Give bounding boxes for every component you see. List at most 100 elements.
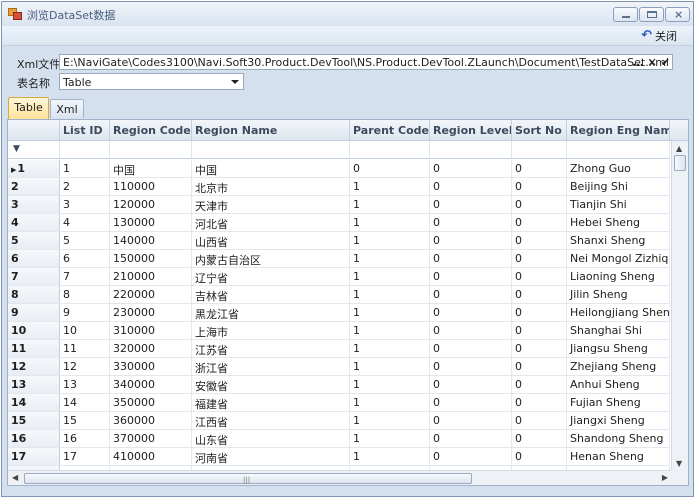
table-row[interactable]: 17 17 410000 河南省 1 0 0 Henan Sheng <box>8 448 670 466</box>
table-cell[interactable]: 1 <box>350 214 430 231</box>
table-cell[interactable]: 0 <box>512 268 567 285</box>
column-header[interactable]: Region Code <box>110 120 192 141</box>
table-cell[interactable]: 0 <box>512 178 567 195</box>
table-cell[interactable]: Henan Sheng <box>567 448 670 465</box>
table-cell[interactable]: 福建省 <box>192 394 350 411</box>
table-cell[interactable]: 350000 <box>110 394 192 411</box>
table-cell[interactable]: 1 <box>350 430 430 447</box>
filter-cell[interactable] <box>512 141 567 158</box>
table-cell[interactable]: 山西省 <box>192 232 350 249</box>
minimize-button[interactable] <box>613 7 638 22</box>
table-cell[interactable]: 0 <box>512 286 567 303</box>
table-row[interactable]: 13 13 340000 安徽省 1 0 0 Anhui Sheng <box>8 376 670 394</box>
table-cell[interactable]: 3 <box>60 196 110 213</box>
table-cell[interactable]: Jiangxi Sheng <box>567 412 670 429</box>
table-cell[interactable]: 360000 <box>110 412 192 429</box>
column-header[interactable]: Region Level <box>430 120 512 141</box>
table-cell[interactable]: 0 <box>430 358 512 375</box>
table-cell[interactable]: 410000 <box>110 448 192 465</box>
table-cell[interactable]: 0 <box>350 160 430 177</box>
table-row[interactable]: 3 3 120000 天津市 1 0 0 Tianjin Shi <box>8 196 670 214</box>
table-cell[interactable]: 1 <box>350 304 430 321</box>
table-cell[interactable]: Nei Mongol Zizhiqu <box>567 250 670 267</box>
column-header[interactable]: Sort No <box>512 120 567 141</box>
table-cell[interactable]: 10 <box>60 322 110 339</box>
table-cell[interactable]: 黑龙江省 <box>192 304 350 321</box>
table-cell[interactable]: 0 <box>430 232 512 249</box>
row-number[interactable]: 11 <box>8 340 60 357</box>
table-cell[interactable]: 1 <box>350 448 430 465</box>
filter-cell[interactable] <box>350 141 430 158</box>
table-cell[interactable]: Zhejiang Sheng <box>567 358 670 375</box>
table-cell[interactable]: 0 <box>512 196 567 213</box>
table-cell[interactable]: 1 <box>350 322 430 339</box>
table-cell[interactable]: 0 <box>430 268 512 285</box>
horizontal-scrollbar[interactable]: ◀ ||| ▶ <box>8 470 672 485</box>
column-header[interactable]: List ID <box>60 120 110 141</box>
filter-cell[interactable] <box>192 141 350 158</box>
table-cell[interactable]: 0 <box>512 394 567 411</box>
table-cell[interactable]: Anhui Sheng <box>567 376 670 393</box>
table-cell[interactable]: 0 <box>430 304 512 321</box>
table-cell[interactable]: 140000 <box>110 232 192 249</box>
xml-file-input[interactable]: E:\NaviGate\Codes3100\Navi.Soft30.Produc… <box>59 54 673 70</box>
table-cell[interactable]: 0 <box>430 412 512 429</box>
table-cell[interactable]: 110000 <box>110 178 192 195</box>
table-cell[interactable]: 0 <box>512 358 567 375</box>
table-cell[interactable]: 9 <box>60 304 110 321</box>
row-number[interactable]: 6 <box>8 250 60 267</box>
table-row[interactable]: 2 2 110000 北京市 1 0 0 Beijing Shi <box>8 178 670 196</box>
table-cell[interactable]: 15 <box>60 412 110 429</box>
table-cell[interactable]: 上海市 <box>192 322 350 339</box>
row-number[interactable]: ▶1 <box>8 160 60 177</box>
table-cell[interactable]: 150000 <box>110 250 192 267</box>
table-row[interactable]: 10 10 310000 上海市 1 0 0 Shanghai Shi <box>8 322 670 340</box>
table-cell[interactable]: 130000 <box>110 214 192 231</box>
scroll-up-icon[interactable]: ▲ <box>676 144 682 153</box>
table-cell[interactable]: 320000 <box>110 340 192 357</box>
row-number[interactable]: 8 <box>8 286 60 303</box>
table-cell[interactable]: 0 <box>512 160 567 177</box>
table-name-select[interactable]: Table <box>59 73 244 90</box>
table-cell[interactable]: 天津市 <box>192 196 350 213</box>
table-cell[interactable]: 0 <box>430 196 512 213</box>
filter-cell[interactable] <box>567 141 670 158</box>
table-row[interactable]: 6 6 150000 内蒙古自治区 1 0 0 Nei Mongol Zizhiqu <box>8 250 670 268</box>
table-row[interactable]: 12 12 330000 浙江省 1 0 0 Zhejiang Sheng <box>8 358 670 376</box>
table-cell[interactable]: Tianjin Shi <box>567 196 670 213</box>
confirm-button[interactable]: ✔ <box>661 56 670 69</box>
table-cell[interactable]: 山东省 <box>192 430 350 447</box>
table-cell[interactable]: 0 <box>512 412 567 429</box>
table-cell[interactable]: Liaoning Sheng <box>567 268 670 285</box>
scroll-left-icon[interactable]: ◀ <box>12 473 18 482</box>
row-number[interactable]: 4 <box>8 214 60 231</box>
table-cell[interactable]: 6 <box>60 250 110 267</box>
table-cell[interactable]: 安徽省 <box>192 376 350 393</box>
table-row[interactable]: 4 4 130000 河北省 1 0 0 Hebei Sheng <box>8 214 670 232</box>
clear-button[interactable]: ✕ <box>648 56 657 69</box>
scroll-down-icon[interactable]: ▼ <box>676 459 682 468</box>
table-cell[interactable]: 1 <box>350 178 430 195</box>
table-cell[interactable]: Jiangsu Sheng <box>567 340 670 357</box>
row-number[interactable]: 10 <box>8 322 60 339</box>
table-cell[interactable]: 340000 <box>110 376 192 393</box>
table-cell[interactable]: 0 <box>430 160 512 177</box>
table-cell[interactable]: 2 <box>60 178 110 195</box>
table-row[interactable]: 5 5 140000 山西省 1 0 0 Shanxi Sheng <box>8 232 670 250</box>
column-header[interactable]: Parent Code <box>350 120 430 141</box>
table-cell[interactable]: 0 <box>512 250 567 267</box>
auto-filter-row[interactable]: ▼ <box>8 141 670 159</box>
table-cell[interactable]: Jilin Sheng <box>567 286 670 303</box>
table-cell[interactable]: 0 <box>512 430 567 447</box>
table-cell[interactable]: Fujian Sheng <box>567 394 670 411</box>
table-cell[interactable]: 河北省 <box>192 214 350 231</box>
row-number[interactable]: 3 <box>8 196 60 213</box>
table-cell[interactable]: 1 <box>350 376 430 393</box>
table-cell[interactable]: 0 <box>430 250 512 267</box>
table-cell[interactable]: 8 <box>60 286 110 303</box>
table-cell[interactable]: 中国 <box>110 160 192 177</box>
table-row[interactable]: 16 16 370000 山东省 1 0 0 Shandong Sheng <box>8 430 670 448</box>
table-cell[interactable]: 16 <box>60 430 110 447</box>
row-number[interactable]: 2 <box>8 178 60 195</box>
table-cell[interactable]: 4 <box>60 214 110 231</box>
